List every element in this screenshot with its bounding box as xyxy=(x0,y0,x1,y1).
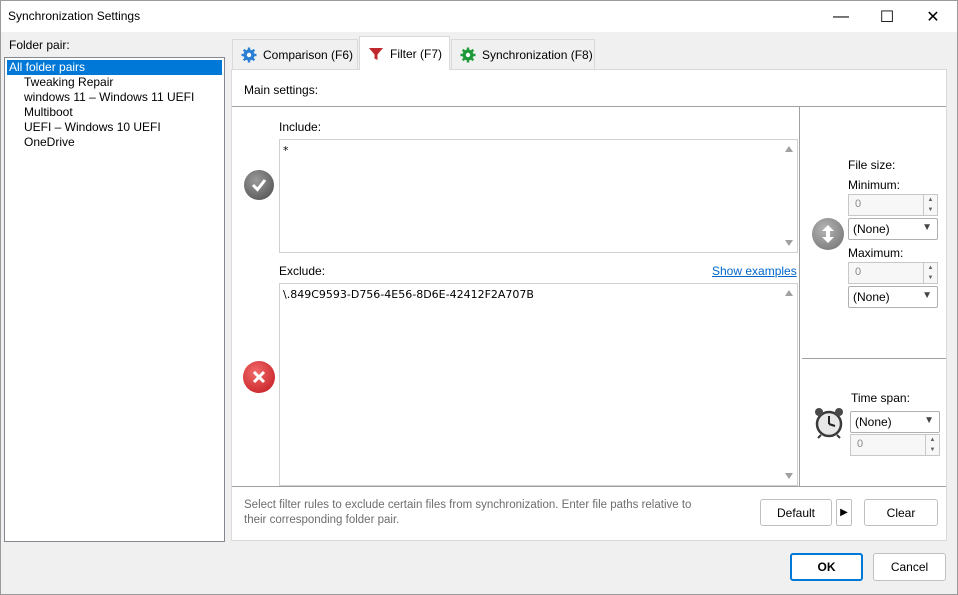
minimum-value: 0 xyxy=(855,198,862,210)
file-size-label: File size: xyxy=(848,158,896,172)
minimum-unit-select[interactable]: (None) ▼ xyxy=(848,218,938,240)
minimum-unit-value: (None) xyxy=(853,222,890,236)
folder-pair-item[interactable]: UEFI – Windows 10 UEFI xyxy=(7,120,222,135)
tab-filter[interactable]: Filter (F7) xyxy=(359,36,450,70)
minimize-icon: — xyxy=(833,7,849,25)
maximize-button[interactable]: ☐ xyxy=(864,1,910,32)
include-value: * xyxy=(283,144,289,157)
chevron-down-icon: ▼ xyxy=(924,415,934,426)
spin-down-icon[interactable]: ▼ xyxy=(926,445,939,455)
include-label: Include: xyxy=(279,120,322,134)
minimize-button[interactable]: — xyxy=(818,1,864,32)
minimum-label: Minimum: xyxy=(848,178,901,192)
tab-synchronization[interactable]: Synchronization (F8) xyxy=(451,39,595,70)
tab-label: Filter (F7) xyxy=(390,46,442,61)
scroll-up-arrow-icon[interactable] xyxy=(785,290,793,296)
spin-down-icon[interactable]: ▼ xyxy=(924,205,937,215)
divider xyxy=(799,107,800,487)
maximum-value: 0 xyxy=(855,266,862,278)
default-button-label: Default xyxy=(776,505,816,520)
show-examples-link[interactable]: Show examples xyxy=(712,264,797,278)
folder-pair-item-all[interactable]: All folder pairs xyxy=(7,60,222,75)
funnel-icon xyxy=(369,47,383,60)
time-span-number: 0 xyxy=(857,438,864,450)
clear-button[interactable]: Clear xyxy=(864,499,938,526)
ok-button-label: OK xyxy=(817,560,836,574)
play-arrow-icon: ▶ xyxy=(840,507,848,518)
spin-down-icon[interactable]: ▼ xyxy=(924,273,937,283)
default-menu-button[interactable]: ▶ xyxy=(836,499,852,526)
folder-pair-item[interactable]: Multiboot xyxy=(7,105,222,120)
maximum-label: Maximum: xyxy=(848,246,904,260)
maximize-icon: ☐ xyxy=(879,8,895,26)
main-settings-label: Main settings: xyxy=(244,83,319,97)
clear-button-label: Clear xyxy=(886,505,916,520)
exclude-value: \.849C9593-D756-4E56-8D6E-42412F2A707B xyxy=(283,288,534,301)
spin-up-icon[interactable]: ▲ xyxy=(924,263,937,273)
divider xyxy=(232,106,946,107)
close-icon: ✕ xyxy=(926,8,940,26)
tab-label: Comparison (F6) xyxy=(263,48,354,62)
tab-label: Synchronization (F8) xyxy=(482,48,593,62)
folder-pair-item[interactable]: windows 11 – Windows 11 UEFI xyxy=(7,90,222,105)
close-button[interactable]: ✕ xyxy=(910,1,956,32)
exclude-x-icon xyxy=(243,361,275,393)
folder-pair-item[interactable]: Tweaking Repair xyxy=(7,75,222,90)
scroll-down-arrow-icon[interactable] xyxy=(785,240,793,246)
sync-settings-window: Synchronization Settings — ☐ ✕ Folder pa… xyxy=(0,0,958,595)
exclude-textarea[interactable]: \.849C9593-D756-4E56-8D6E-42412F2A707B xyxy=(279,283,798,486)
spin-up-icon[interactable]: ▲ xyxy=(926,435,939,445)
gear-green-icon xyxy=(460,47,476,63)
alarm-clock-icon xyxy=(815,408,843,439)
folder-pair-label: Folder pair: xyxy=(9,38,70,52)
time-span-label: Time span: xyxy=(851,391,910,405)
minimum-size-stepper[interactable]: 0 ▲ ▼ xyxy=(848,194,938,216)
time-span-select[interactable]: (None) ▼ xyxy=(850,411,940,433)
filter-panel: Main settings: Include: * Exclude: Show … xyxy=(231,69,947,541)
divider xyxy=(232,486,946,487)
include-textarea[interactable]: * xyxy=(279,139,798,253)
file-size-icon xyxy=(812,218,844,250)
maximum-size-stepper[interactable]: 0 ▲ ▼ xyxy=(848,262,938,284)
cancel-button[interactable]: Cancel xyxy=(873,553,946,581)
window-title: Synchronization Settings xyxy=(8,9,141,23)
exclude-label: Exclude: xyxy=(279,264,326,278)
folder-pair-list[interactable]: All folder pairs Tweaking Repair windows… xyxy=(4,57,225,542)
time-span-stepper[interactable]: 0 ▲ ▼ xyxy=(850,434,940,456)
tab-comparison[interactable]: Comparison (F6) xyxy=(232,39,358,70)
cancel-button-label: Cancel xyxy=(890,560,929,574)
checkmark-icon xyxy=(244,170,274,200)
maximum-unit-value: (None) xyxy=(853,290,890,304)
gear-icon xyxy=(241,47,257,63)
scroll-down-arrow-icon[interactable] xyxy=(785,473,793,479)
ok-button[interactable]: OK xyxy=(790,553,863,581)
divider xyxy=(802,358,946,359)
spin-up-icon[interactable]: ▲ xyxy=(924,195,937,205)
scroll-up-arrow-icon[interactable] xyxy=(785,146,793,152)
maximum-unit-select[interactable]: (None) ▼ xyxy=(848,286,938,308)
chevron-down-icon: ▼ xyxy=(922,290,932,301)
time-span-value: (None) xyxy=(855,415,892,429)
chevron-down-icon: ▼ xyxy=(922,222,932,233)
folder-pair-item[interactable]: OneDrive xyxy=(7,135,222,150)
filter-hint-text: Select filter rules to exclude certain f… xyxy=(244,499,692,526)
default-button[interactable]: Default xyxy=(760,499,832,526)
title-bar: Synchronization Settings — ☐ ✕ xyxy=(1,1,957,32)
